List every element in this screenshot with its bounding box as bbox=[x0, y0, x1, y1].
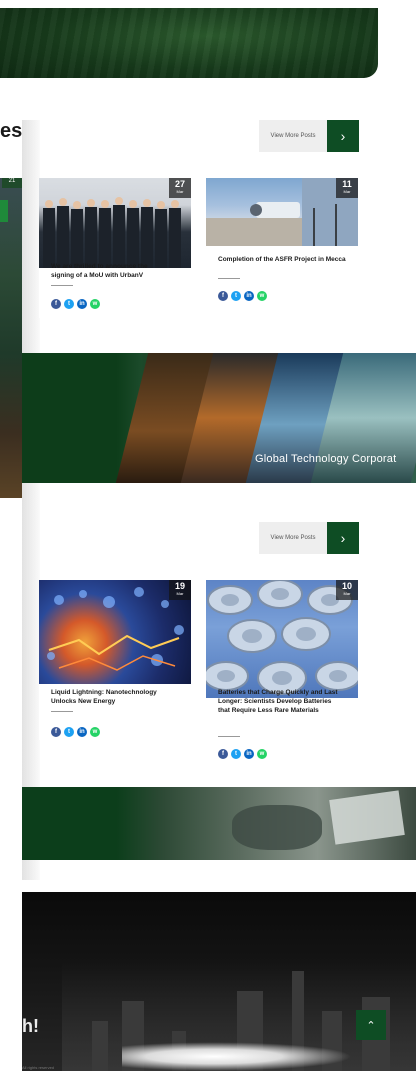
twitter-icon[interactable]: t bbox=[64, 299, 74, 309]
card-caption[interactable]: Completion of the ASFR Project in Mecca bbox=[218, 255, 346, 264]
banner-label: Global Technology Corporat bbox=[255, 453, 397, 465]
caption-divider bbox=[218, 736, 240, 737]
date-badge: 21 bbox=[2, 178, 22, 188]
caption-divider bbox=[51, 711, 73, 712]
card-caption[interactable]: Batteries that Charge Quickly and Last L… bbox=[218, 688, 342, 715]
page: es View More Posts › 21 27 Mar We are th… bbox=[0, 0, 416, 1071]
twitter-icon[interactable]: t bbox=[231, 291, 241, 301]
twitter-icon[interactable]: t bbox=[231, 749, 241, 759]
view-more-button[interactable]: View More Posts bbox=[259, 522, 327, 554]
whatsapp-icon[interactable]: w bbox=[257, 749, 267, 759]
facebook-icon[interactable]: f bbox=[218, 291, 228, 301]
view-more-button[interactable]: View More Posts bbox=[259, 120, 327, 152]
chevron-right-icon: › bbox=[340, 128, 346, 144]
scroll-to-top-button[interactable]: ⌃ bbox=[356, 1010, 386, 1040]
world-map bbox=[122, 1042, 352, 1071]
document-photo bbox=[329, 790, 405, 845]
hand-photo bbox=[232, 805, 322, 850]
date-badge: 19 Mar bbox=[169, 580, 191, 600]
date-badge: 27 Mar bbox=[169, 178, 191, 198]
whatsapp-icon[interactable]: w bbox=[257, 291, 267, 301]
caption-divider bbox=[51, 285, 73, 286]
view-more-row: View More Posts › bbox=[259, 120, 359, 152]
view-more-arrow-button[interactable]: › bbox=[327, 522, 359, 554]
share-icons: f t in w bbox=[218, 749, 267, 759]
date-badge: 10 Mar bbox=[336, 580, 358, 600]
share-icons: f t in w bbox=[51, 299, 100, 309]
chevron-right-icon: › bbox=[340, 530, 346, 546]
footer-headline: h! bbox=[22, 1016, 39, 1036]
whatsapp-icon[interactable]: w bbox=[90, 299, 100, 309]
news-card-partial[interactable]: 21 bbox=[0, 178, 22, 498]
footer-copyright: All rights reserved bbox=[22, 1065, 55, 1070]
caption-divider bbox=[218, 278, 240, 279]
facebook-icon[interactable]: f bbox=[51, 727, 61, 737]
news-card[interactable]: 19 Mar Liquid Lightning: Nanotechnology U… bbox=[39, 580, 191, 740]
newsletter-banner bbox=[22, 787, 416, 860]
whatsapp-icon[interactable]: w bbox=[90, 727, 100, 737]
linkedin-icon[interactable]: in bbox=[244, 291, 254, 301]
column-shadow bbox=[22, 120, 40, 880]
twitter-icon[interactable]: t bbox=[64, 727, 74, 737]
facebook-icon[interactable]: f bbox=[218, 749, 228, 759]
section-title: es bbox=[0, 120, 23, 142]
view-more-arrow-button[interactable]: › bbox=[327, 120, 359, 152]
news-card[interactable]: 10 Mar Batteries that Charge Quickly and … bbox=[206, 580, 358, 766]
card-caption[interactable]: Liquid Lightning: Nanotechnology Unlocks… bbox=[51, 688, 175, 706]
news-card[interactable]: 11 Mar Completion of the ASFR Project in … bbox=[206, 178, 358, 308]
facebook-icon[interactable]: f bbox=[51, 299, 61, 309]
footer: h! ⌃ All rights reserved bbox=[22, 892, 416, 1071]
date-badge: 11 Mar bbox=[336, 178, 358, 198]
linkedin-icon[interactable]: in bbox=[77, 727, 87, 737]
card-accent bbox=[0, 200, 8, 222]
news-card[interactable]: 27 Mar We are thrilled to announce the si… bbox=[39, 178, 191, 318]
linkedin-icon[interactable]: in bbox=[77, 299, 87, 309]
share-icons: f t in w bbox=[51, 727, 100, 737]
chevron-up-icon: ⌃ bbox=[366, 1019, 376, 1032]
technology-banner: Global Technology Corporat bbox=[22, 353, 416, 483]
linkedin-icon[interactable]: in bbox=[244, 749, 254, 759]
card-caption[interactable]: We are thrilled to announce the signing … bbox=[51, 262, 171, 280]
share-icons: f t in w bbox=[218, 291, 267, 301]
view-more-row: View More Posts › bbox=[259, 522, 359, 554]
hero-banner bbox=[0, 8, 378, 78]
